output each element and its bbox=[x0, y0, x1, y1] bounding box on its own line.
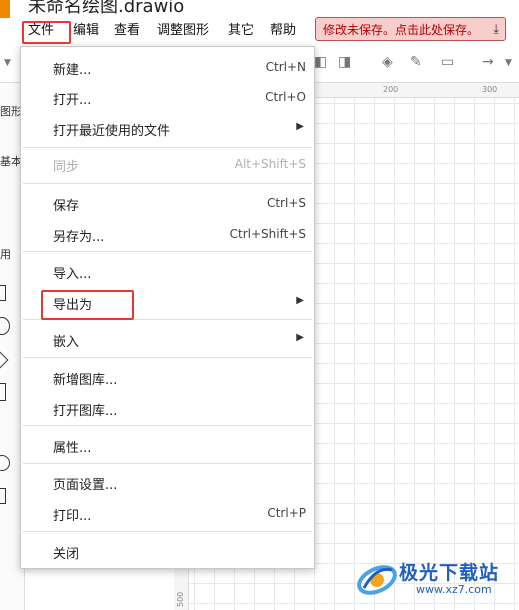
menu-item-label: 嵌入 bbox=[53, 335, 80, 350]
document-title[interactable]: 未命名绘图.drawio bbox=[28, 0, 184, 18]
menu-separator bbox=[23, 319, 312, 320]
menu-item-save[interactable]: 保存 Ctrl+S bbox=[21, 191, 314, 215]
line-color-icon[interactable]: ✎ bbox=[410, 54, 422, 70]
submenu-arrow-icon: ▶ bbox=[296, 121, 304, 132]
menu-item-label: 新增图库... bbox=[53, 373, 118, 388]
connection-arrow-icon[interactable]: → bbox=[482, 54, 494, 70]
menu-item-label: 页面设置... bbox=[53, 478, 118, 493]
download-icon: ⤓ bbox=[493, 22, 499, 37]
rectangle-shape[interactable] bbox=[0, 285, 6, 301]
shortcut-text: Alt+Shift+S bbox=[234, 157, 306, 171]
menu-item-new[interactable]: 新建... Ctrl+N bbox=[21, 55, 314, 79]
menu-item-open-recent[interactable]: 打开最近使用的文件 ▶ bbox=[21, 116, 314, 140]
menu-item-label: 导出为 bbox=[53, 298, 93, 313]
app-logo bbox=[0, 0, 10, 18]
menu-item-export-as[interactable]: 导出为 ▶ bbox=[21, 290, 314, 314]
menu-separator bbox=[23, 531, 312, 532]
title-bar: 未命名绘图.drawio bbox=[0, 0, 519, 18]
ruler-label: 300 bbox=[482, 85, 498, 94]
submenu-arrow-icon: ▶ bbox=[296, 295, 304, 306]
menu-item-new-library[interactable]: 新增图库... bbox=[21, 365, 314, 389]
toolbar-dropdown-icon[interactable]: ▼ bbox=[4, 58, 11, 68]
menu-item-label: 打开图库... bbox=[53, 404, 118, 419]
shortcut-text: Ctrl+O bbox=[265, 90, 306, 104]
sidebar-section-general[interactable]: 用 bbox=[0, 246, 11, 262]
menu-item-label: 打开... bbox=[53, 93, 92, 108]
watermark-url: www.xz7.com bbox=[416, 583, 492, 596]
connection-dropdown-icon[interactable]: ▼ bbox=[505, 58, 512, 68]
ruler-label: 200 bbox=[383, 85, 399, 94]
shortcut-text: Ctrl+Shift+S bbox=[229, 227, 306, 241]
menu-help[interactable]: 帮助 bbox=[270, 21, 296, 41]
watermark: 极光下载站 www.xz7.com bbox=[356, 556, 516, 602]
menu-file[interactable]: 文件 bbox=[28, 21, 54, 41]
menu-separator bbox=[23, 147, 312, 148]
menu-separator bbox=[23, 463, 312, 464]
menu-item-print[interactable]: 打印... Ctrl+P bbox=[21, 501, 314, 525]
menu-item-label: 新建... bbox=[53, 63, 92, 78]
menu-arrange[interactable]: 调整图形 bbox=[157, 21, 209, 41]
menu-item-label: 打开最近使用的文件 bbox=[53, 124, 171, 139]
menu-item-label: 另存为... bbox=[53, 230, 105, 245]
menu-separator bbox=[23, 425, 312, 426]
cube-shape[interactable] bbox=[0, 383, 6, 401]
menu-item-save-as[interactable]: 另存为... Ctrl+Shift+S bbox=[21, 222, 314, 246]
menu-item-close[interactable]: 关闭 bbox=[21, 539, 314, 563]
sidebar-section-basic[interactable]: 基本 bbox=[0, 153, 22, 169]
menu-item-label: 关闭 bbox=[53, 547, 80, 562]
process-shape[interactable] bbox=[0, 488, 6, 504]
shadow-icon[interactable]: ▭ bbox=[441, 54, 454, 70]
shortcut-text: Ctrl+P bbox=[267, 506, 306, 520]
shortcut-text: Ctrl+N bbox=[265, 60, 306, 74]
menu-item-synchronize: 同步 Alt+Shift+S bbox=[21, 152, 314, 176]
menu-item-label: 导入... bbox=[53, 267, 92, 282]
menu-item-embed[interactable]: 嵌入 ▶ bbox=[21, 327, 314, 351]
menu-item-open[interactable]: 打开... Ctrl+O bbox=[21, 85, 314, 109]
menu-view[interactable]: 查看 bbox=[114, 21, 140, 41]
circle-shape[interactable] bbox=[0, 455, 10, 471]
ellipse-shape[interactable] bbox=[0, 317, 10, 335]
shortcut-text: Ctrl+S bbox=[266, 196, 306, 210]
diamond-shape[interactable] bbox=[0, 351, 9, 369]
fill-color-icon[interactable]: ◈ bbox=[382, 54, 393, 70]
menu-item-label: 属性... bbox=[53, 441, 92, 456]
menu-separator bbox=[23, 183, 312, 184]
ruler-label: 500 bbox=[176, 591, 185, 607]
unsaved-changes-banner[interactable]: 修改未保存。点击此处保存。 ⤓ bbox=[315, 17, 506, 41]
file-menu-dropdown: 新建... Ctrl+N 打开... Ctrl+O 打开最近使用的文件 ▶ 同步… bbox=[20, 46, 315, 569]
menu-item-label: 打印... bbox=[53, 509, 92, 524]
menu-item-import[interactable]: 导入... bbox=[21, 259, 314, 283]
menu-extras[interactable]: 其它 bbox=[228, 21, 254, 41]
menu-edit[interactable]: 编辑 bbox=[73, 21, 99, 41]
sidebar-search-fragment: 图形 bbox=[0, 105, 22, 118]
menu-item-properties[interactable]: 属性... bbox=[21, 433, 314, 457]
menu-separator bbox=[23, 357, 312, 358]
menu-item-label: 保存 bbox=[53, 199, 80, 214]
unsaved-banner-text: 修改未保存。点击此处保存。 bbox=[323, 23, 480, 37]
menu-separator bbox=[23, 251, 312, 252]
submenu-arrow-icon: ▶ bbox=[296, 332, 304, 343]
menu-item-label: 同步 bbox=[53, 160, 80, 175]
menu-item-open-library[interactable]: 打开图库... bbox=[21, 396, 314, 420]
to-back-icon[interactable]: ◨ bbox=[338, 54, 351, 70]
to-front-icon[interactable]: ◧ bbox=[314, 54, 327, 70]
menu-item-page-setup[interactable]: 页面设置... bbox=[21, 470, 314, 494]
watermark-logo-icon bbox=[357, 565, 397, 595]
watermark-text: 极光下载站 bbox=[399, 562, 500, 584]
